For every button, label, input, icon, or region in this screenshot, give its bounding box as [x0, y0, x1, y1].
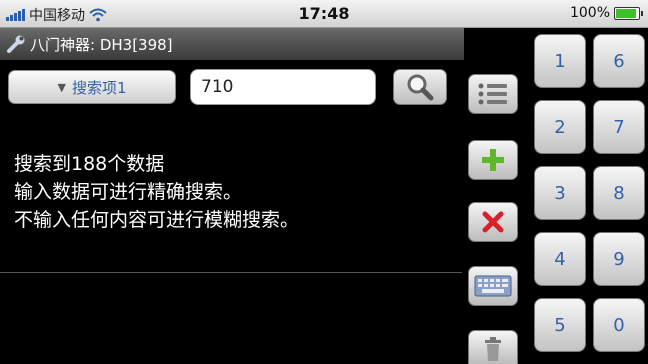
trash-button[interactable] [468, 330, 518, 364]
clock: 17:48 [298, 4, 350, 23]
side-toolbar [464, 28, 526, 364]
title-bar: 八门神器: DH3[398] [0, 28, 464, 60]
add-button[interactable] [468, 140, 518, 180]
numpad-key-2[interactable]: 2 [534, 100, 586, 154]
numpad-key-6[interactable]: 6 [593, 34, 645, 88]
numpad-key-7[interactable]: 7 [593, 100, 645, 154]
numpad-key-5[interactable]: 5 [534, 298, 586, 352]
search-row: ▼ 搜索项1 [0, 60, 464, 114]
numpad-key-8[interactable]: 8 [593, 166, 645, 220]
result-message: 搜索到188个数据 输入数据可进行精确搜索。 不输入任何内容可进行模糊搜索。 [14, 150, 299, 234]
trash-icon [485, 336, 501, 361]
search-input[interactable] [190, 69, 376, 105]
battery-percent: 100% [569, 5, 610, 21]
wrench-icon [7, 35, 25, 53]
status-bar: 中国移动 17:48 100% [0, 0, 648, 28]
delete-button[interactable] [468, 202, 518, 242]
search-button[interactable] [393, 69, 447, 105]
list-icon [478, 83, 507, 105]
search-icon [407, 74, 434, 101]
status-right: 100% [569, 5, 643, 21]
numpad-key-0[interactable]: 0 [593, 298, 645, 352]
result-hint-fuzzy: 不输入任何内容可进行模糊搜索。 [14, 209, 300, 231]
result-hint-exact: 输入数据可进行精确搜索。 [14, 181, 243, 203]
add-icon [482, 149, 504, 171]
dropdown-label: 搜索项1 [71, 78, 127, 97]
numpad-key-4[interactable]: 4 [534, 232, 586, 286]
keyboard-icon [474, 275, 512, 297]
numpad-key-3[interactable]: 3 [534, 166, 586, 220]
triangle-down-icon: ▼ [57, 80, 66, 94]
numpad-key-9[interactable]: 9 [593, 232, 645, 286]
numpad-key-1[interactable]: 1 [534, 34, 586, 88]
list-button[interactable] [468, 74, 518, 114]
result-count-line: 搜索到188个数据 [14, 153, 165, 175]
delete-icon [482, 211, 504, 233]
app-title: 八门神器: DH3[398] [30, 35, 173, 54]
battery-icon [614, 6, 643, 20]
divider [0, 272, 462, 273]
keyboard-button[interactable] [468, 266, 518, 306]
numpad: 1 6 2 7 3 8 4 9 5 0 [526, 28, 648, 364]
search-item-dropdown[interactable]: ▼ 搜索项1 [8, 70, 176, 104]
